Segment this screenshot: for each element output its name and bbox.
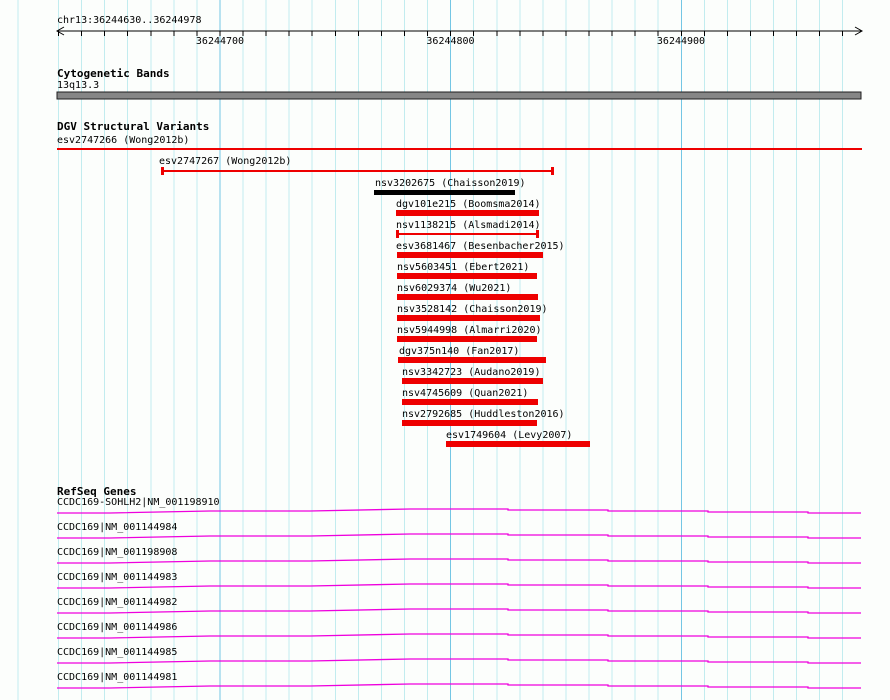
cytogenetic-band-bar [57, 92, 861, 99]
variant-bar[interactable] [398, 357, 546, 363]
variant-bar[interactable] [446, 441, 590, 447]
variant-bar[interactable] [374, 190, 515, 195]
section-header-refseq: RefSeq Genes [57, 486, 136, 497]
variant-label[interactable]: nsv3528142 (Chaisson2019) [397, 304, 548, 315]
variant-label[interactable]: nsv5944998 (Almarri2020) [397, 325, 542, 336]
ruler-tick-label: 36244700 [196, 36, 244, 47]
variant-bar[interactable] [402, 378, 543, 384]
gene-label[interactable]: CCDC169|NM_001144982 [57, 597, 177, 608]
variant-label[interactable]: esv2747266 (Wong2012b) [57, 135, 189, 146]
variant-label[interactable]: nsv1138215 (Alsmadi2014) [396, 220, 541, 231]
variant-bar[interactable] [397, 294, 538, 300]
variant-bar[interactable] [57, 148, 862, 150]
ruler-tick-label: 36244800 [426, 36, 474, 47]
ruler-tick-label: 36244900 [657, 36, 705, 47]
variant-bar[interactable] [396, 210, 539, 216]
gene-label[interactable]: CCDC169|NM_001198908 [57, 547, 177, 558]
variant-bar[interactable] [162, 170, 553, 172]
gene-label[interactable]: CCDC169|NM_001144983 [57, 572, 177, 583]
gene-label[interactable]: CCDC169-SOHLH2|NM_001198910 [57, 497, 220, 508]
gene-label[interactable]: CCDC169|NM_001144981 [57, 672, 177, 683]
gene-line[interactable] [57, 609, 861, 613]
variant-label[interactable]: dgv375n140 (Fan2017) [399, 346, 519, 357]
gene-line[interactable] [57, 559, 861, 563]
variant-bar[interactable] [402, 420, 537, 426]
gene-line[interactable] [57, 684, 861, 688]
variant-label[interactable]: nsv4745609 (Quan2021) [402, 388, 528, 399]
genome-browser-view: 36244700 36244800 36244900 chr13:36244630.… [0, 0, 890, 700]
variant-bar-left-cap[interactable] [396, 230, 399, 238]
gene-label[interactable]: CCDC169|NM_001144985 [57, 647, 177, 658]
gene-label[interactable]: CCDC169|NM_001144984 [57, 522, 177, 533]
section-header-dgv: DGV Structural Variants [57, 121, 209, 132]
variant-bar[interactable] [397, 273, 537, 279]
variant-bar[interactable] [402, 399, 538, 405]
cytogenetic-band-label: 13q13.3 [57, 80, 99, 91]
variant-label[interactable]: esv1749604 (Levy2007) [446, 430, 572, 441]
gene-label[interactable]: CCDC169|NM_001144986 [57, 622, 177, 633]
gene-line[interactable] [57, 509, 861, 513]
gene-line[interactable] [57, 634, 861, 638]
gene-line[interactable] [57, 659, 861, 663]
variant-bar-right-cap[interactable] [551, 167, 554, 175]
variant-label[interactable]: esv3681467 (Besenbacher2015) [396, 241, 565, 252]
section-header-cytogenetic: Cytogenetic Bands [57, 68, 170, 79]
variant-bar-left-cap[interactable] [161, 167, 164, 175]
variant-label[interactable]: nsv6029374 (Wu2021) [397, 283, 511, 294]
variant-bar[interactable] [397, 233, 538, 235]
variant-bar[interactable] [397, 315, 540, 321]
gene-line[interactable] [57, 534, 861, 538]
variant-bar[interactable] [397, 336, 537, 342]
variant-label[interactable]: nsv3202675 (Chaisson2019) [375, 178, 526, 189]
gene-line[interactable] [57, 584, 861, 588]
variant-bar[interactable] [397, 252, 543, 258]
variant-bar-right-cap[interactable] [536, 230, 539, 238]
variant-label[interactable]: nsv3342723 (Audano2019) [402, 367, 540, 378]
region-title: chr13:36244630..36244978 [57, 15, 202, 26]
variant-label[interactable]: nsv2792685 (Huddleston2016) [402, 409, 565, 420]
variant-label[interactable]: esv2747267 (Wong2012b) [159, 156, 291, 167]
variant-label[interactable]: nsv5603451 (Ebert2021) [397, 262, 529, 273]
variant-label[interactable]: dgv101e215 (Boomsma2014) [396, 199, 541, 210]
